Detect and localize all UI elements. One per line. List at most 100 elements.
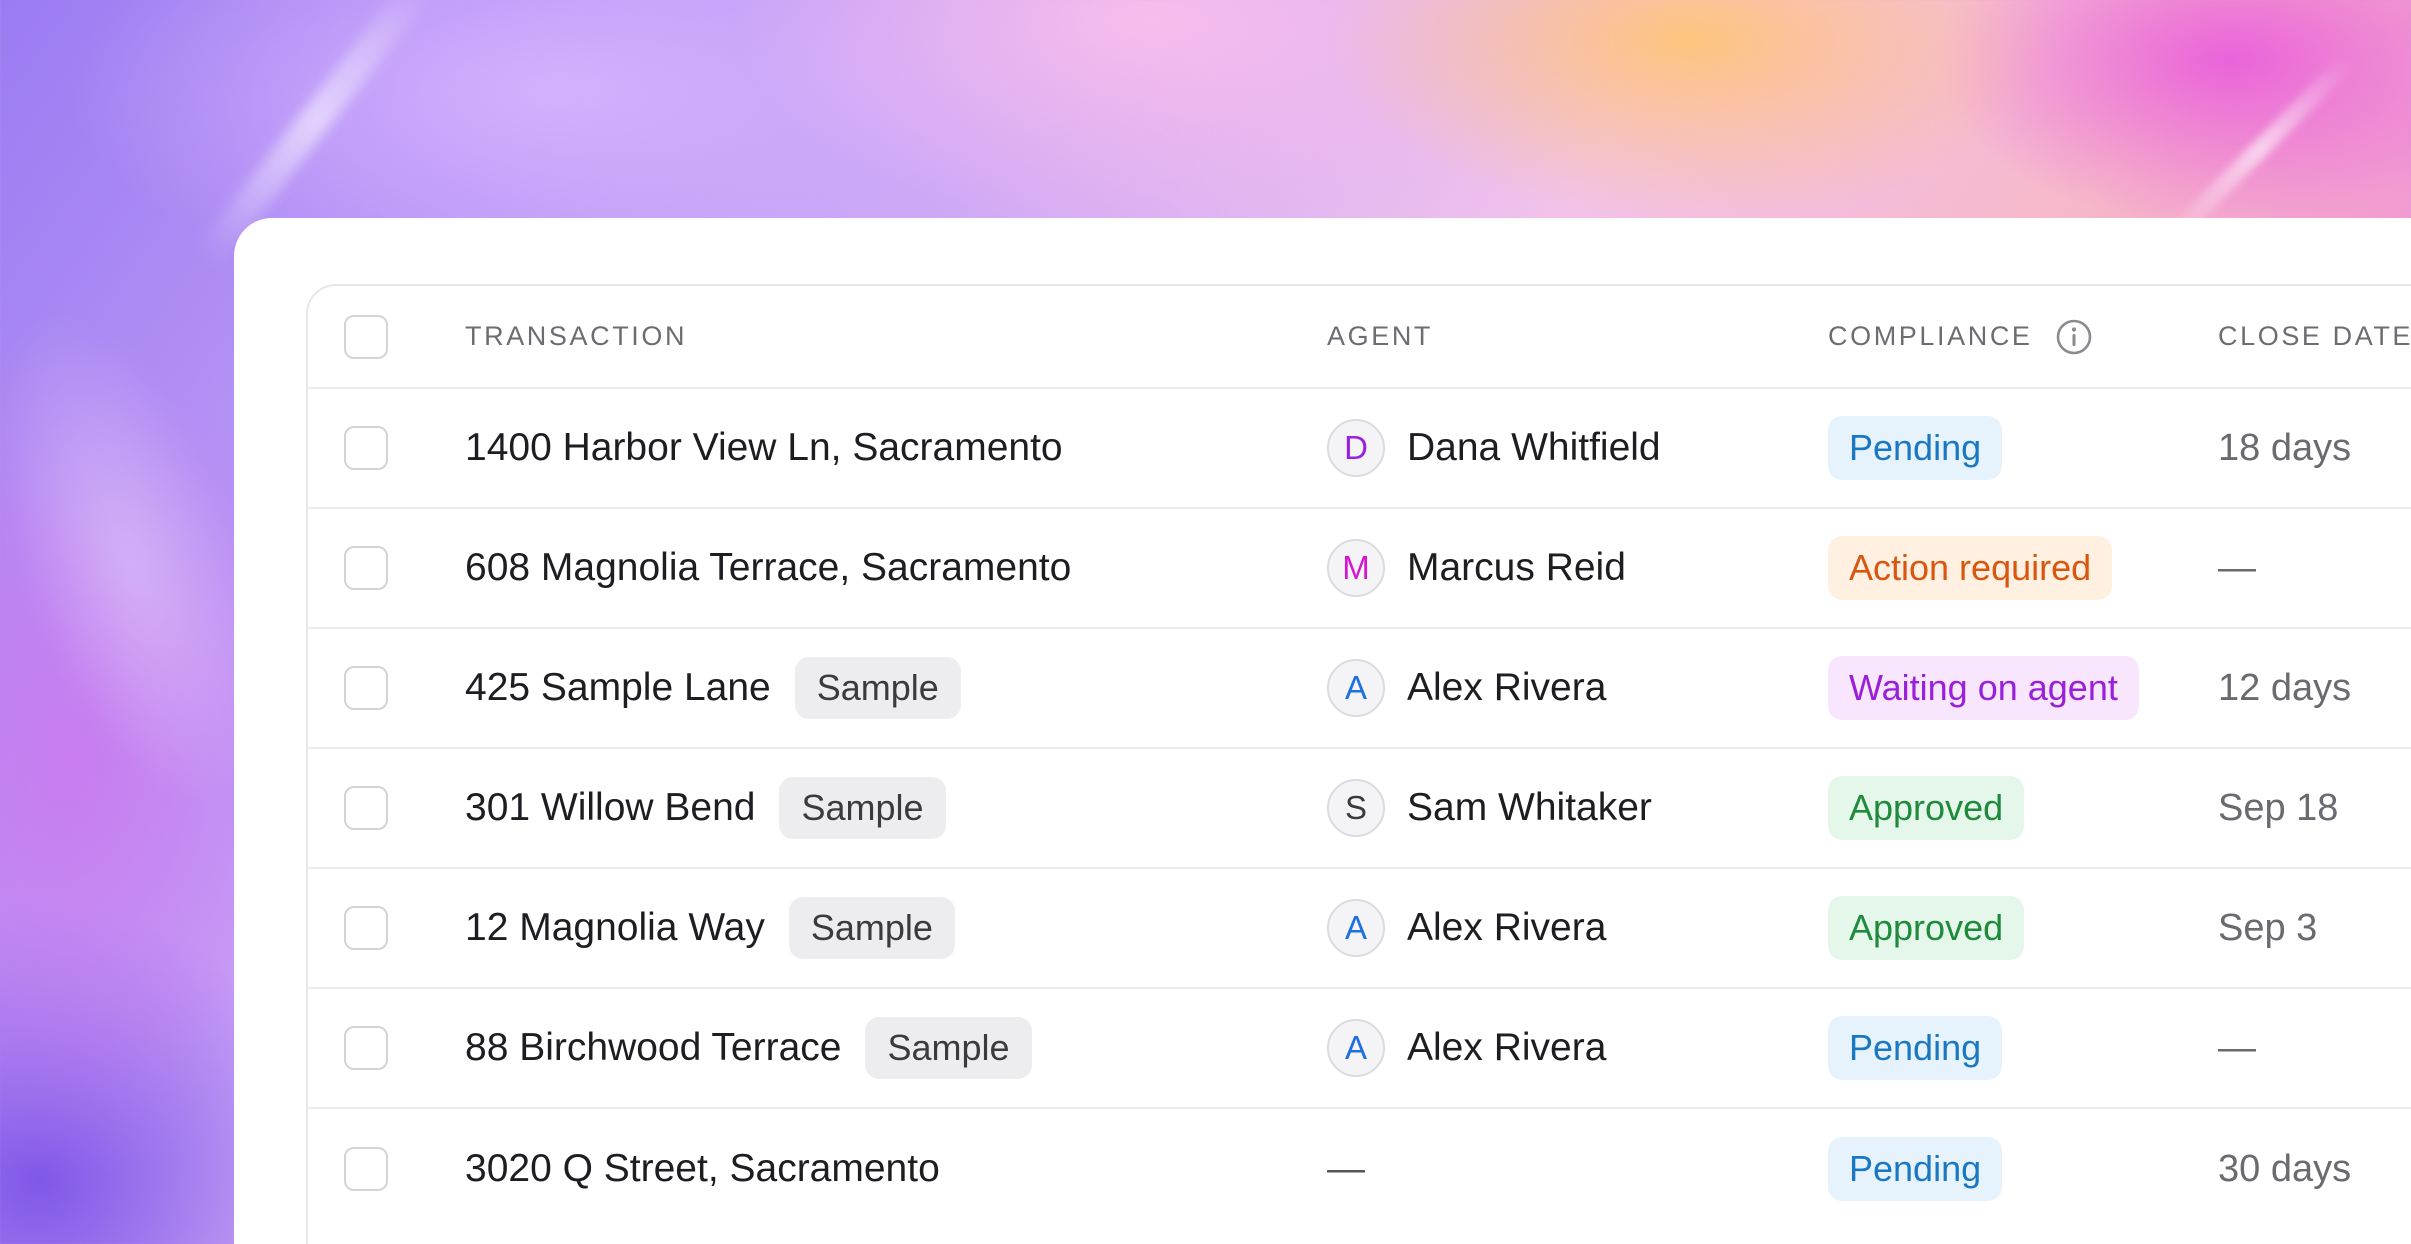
row-checkbox[interactable] <box>344 546 388 590</box>
row-select-cell <box>344 389 388 507</box>
close-date-value: Sep 3 <box>2218 906 2318 949</box>
agent-name: Dana Whitfield <box>1407 426 1661 469</box>
compliance-status-badge[interactable]: Waiting on agent <box>1828 656 2139 720</box>
close-date-cell: — <box>2218 989 2256 1107</box>
close-date-value: Sep 18 <box>2218 786 2339 829</box>
agent-avatar: S <box>1327 779 1385 837</box>
transaction-cell[interactable]: 301 Willow Bend Sample <box>465 749 946 867</box>
agent-initial: A <box>1344 909 1367 946</box>
compliance-cell: Pending <box>1828 989 2003 1107</box>
agent-cell[interactable]: D Dana Whitfield <box>1327 389 1661 507</box>
agent-initial: M <box>1342 549 1370 586</box>
row-checkbox[interactable] <box>344 786 388 830</box>
transaction-address[interactable]: 12 Magnolia Way <box>465 906 765 950</box>
close-date-cell: Sep 3 <box>2218 869 2317 987</box>
transaction-cell[interactable]: 88 Birchwood Terrace Sample <box>465 989 1032 1107</box>
transaction-address[interactable]: 425 Sample Lane <box>465 666 771 710</box>
agent-initial: D <box>1344 429 1368 466</box>
agent-name: Marcus Reid <box>1407 546 1626 589</box>
header-compliance[interactable]: COMPLIANCE <box>1828 286 2093 387</box>
sample-badge: Sample <box>794 657 961 719</box>
transaction-cell[interactable]: 3020 Q Street, Sacramento <box>465 1109 940 1229</box>
table-row[interactable]: 608 Magnolia Terrace, Sacramento M Marcus … <box>308 509 2411 629</box>
row-select-cell <box>344 869 388 987</box>
agent-initial: A <box>1344 1029 1367 1066</box>
sample-badge: Sample <box>865 1017 1032 1079</box>
table-row[interactable]: 425 Sample Lane Sample A Alex Rivera Waiting… <box>308 629 2411 749</box>
compliance-cell: Pending <box>1828 389 2003 507</box>
transaction-cell[interactable]: 608 Magnolia Terrace, Sacramento <box>465 509 1071 627</box>
compliance-cell: Approved <box>1828 869 2025 987</box>
agent-cell[interactable]: M Marcus Reid <box>1327 509 1626 627</box>
agent-avatar: A <box>1327 1019 1385 1077</box>
row-checkbox[interactable] <box>344 906 388 950</box>
agent-cell[interactable]: A Alex Rivera <box>1327 989 1606 1107</box>
header-close-date[interactable]: CLOSE DATE <box>2218 286 2411 387</box>
table-row[interactable]: 12 Magnolia Way Sample A Alex Rivera Approve… <box>308 869 2411 989</box>
header-transaction[interactable]: TRANSACTION <box>465 286 687 387</box>
close-date-value: 18 days <box>2218 426 2352 469</box>
row-checkbox[interactable] <box>344 426 388 470</box>
agent-name: Alex Rivera <box>1407 666 1607 709</box>
transactions-panel: TRANSACTION AGENT COMPLIANCE CLOSE DATE … <box>234 218 2411 1244</box>
table-header-row: TRANSACTION AGENT COMPLIANCE CLOSE DATE <box>308 286 2411 389</box>
close-date-value: 12 days <box>2218 666 2352 709</box>
compliance-cell: Approved <box>1828 749 2025 867</box>
table-row[interactable]: 3020 Q Street, Sacramento — Pending 30 days <box>308 1109 2411 1229</box>
transaction-cell[interactable]: 425 Sample Lane Sample <box>465 629 961 747</box>
row-checkbox[interactable] <box>344 1026 388 1070</box>
close-date-value: — <box>2218 546 2256 589</box>
info-icon[interactable] <box>2055 318 2093 356</box>
compliance-status-badge[interactable]: Pending <box>1828 1137 2003 1201</box>
close-date-value: 30 days <box>2218 1147 2352 1190</box>
agent-name: Sam Whitaker <box>1407 786 1652 829</box>
transaction-address[interactable]: 3020 Q Street, Sacramento <box>465 1147 940 1191</box>
agent-avatar: D <box>1327 419 1385 477</box>
agent-cell[interactable]: A Alex Rivera <box>1327 629 1606 747</box>
agent-cell[interactable]: S Sam Whitaker <box>1327 749 1652 867</box>
agent-avatar: A <box>1327 899 1385 957</box>
transaction-address[interactable]: 88 Birchwood Terrace <box>465 1026 841 1070</box>
sample-badge: Sample <box>779 777 946 839</box>
close-date-cell: Sep 18 <box>2218 749 2338 867</box>
compliance-status-badge[interactable]: Pending <box>1828 416 2003 480</box>
agent-name: Alex Rivera <box>1407 1026 1607 1069</box>
close-date-cell: 30 days <box>2218 1109 2351 1229</box>
table-row[interactable]: 301 Willow Bend Sample S Sam Whitaker Approv… <box>308 749 2411 869</box>
transaction-cell[interactable]: 1400 Harbor View Ln, Sacramento <box>465 389 1063 507</box>
select-all-cell <box>344 286 388 387</box>
header-close-date-label: CLOSE DATE <box>2218 321 2411 351</box>
agent-initial: A <box>1344 669 1367 706</box>
close-date-value: — <box>2218 1026 2256 1069</box>
table-row[interactable]: 1400 Harbor View Ln, Sacramento D Dana Whi… <box>308 389 2411 509</box>
header-transaction-label: TRANSACTION <box>465 321 688 351</box>
row-select-cell <box>344 989 388 1107</box>
transaction-cell[interactable]: 12 Magnolia Way Sample <box>465 869 955 987</box>
close-date-cell: — <box>2218 509 2256 627</box>
header-agent[interactable]: AGENT <box>1327 286 1433 387</box>
compliance-status-badge[interactable]: Approved <box>1828 896 2025 960</box>
agent-name: Alex Rivera <box>1407 906 1607 949</box>
transaction-address[interactable]: 608 Magnolia Terrace, Sacramento <box>465 546 1071 590</box>
transaction-address[interactable]: 1400 Harbor View Ln, Sacramento <box>465 426 1063 470</box>
agent-initial: S <box>1344 789 1367 826</box>
compliance-cell: Action required <box>1828 509 2113 627</box>
compliance-cell: Waiting on agent <box>1828 629 2139 747</box>
header-agent-label: AGENT <box>1327 321 1434 351</box>
row-checkbox[interactable] <box>344 666 388 710</box>
agent-cell[interactable]: — <box>1327 1109 1365 1229</box>
row-select-cell <box>344 629 388 747</box>
select-all-checkbox[interactable] <box>344 314 388 359</box>
compliance-status-badge[interactable]: Action required <box>1828 536 2113 600</box>
row-select-cell <box>344 749 388 867</box>
close-date-cell: 12 days <box>2218 629 2351 747</box>
agent-avatar: A <box>1327 659 1385 717</box>
row-select-cell <box>344 509 388 627</box>
row-select-cell <box>344 1109 388 1229</box>
compliance-status-badge[interactable]: Pending <box>1828 1016 2003 1080</box>
compliance-status-badge[interactable]: Approved <box>1828 776 2025 840</box>
agent-cell[interactable]: A Alex Rivera <box>1327 869 1606 987</box>
row-checkbox[interactable] <box>344 1147 388 1191</box>
transaction-address[interactable]: 301 Willow Bend <box>465 786 755 830</box>
table-row[interactable]: 88 Birchwood Terrace Sample A Alex Rivera Pe… <box>308 989 2411 1109</box>
